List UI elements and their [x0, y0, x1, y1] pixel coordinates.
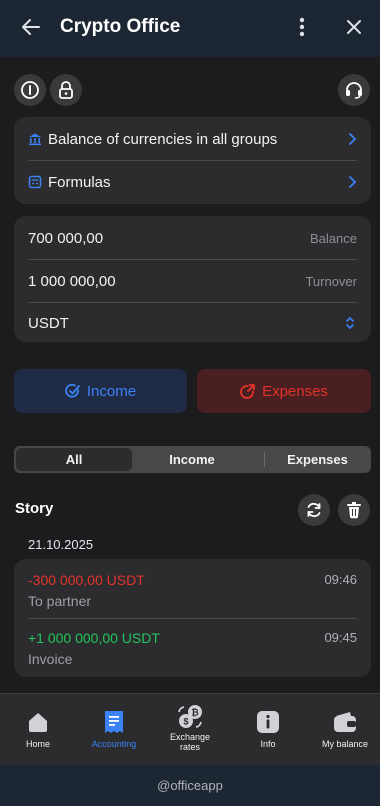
nav-label: Home — [25, 739, 50, 749]
filter-all[interactable]: All — [16, 448, 132, 471]
transaction-amount: -300 000,00 USDT — [28, 572, 145, 588]
close-icon[interactable] — [342, 14, 366, 40]
more-vertical-icon[interactable] — [292, 14, 312, 40]
turnover-caption: Turnover — [305, 273, 357, 289]
filter-expenses[interactable]: Expenses — [266, 448, 369, 471]
info-button[interactable] — [14, 74, 46, 106]
svg-text:$: $ — [183, 717, 188, 727]
delete-button[interactable] — [338, 494, 370, 526]
income-button[interactable]: Income — [14, 369, 187, 413]
info-icon — [257, 711, 279, 733]
page-title: Crypto Office — [60, 16, 181, 37]
refresh-icon — [307, 502, 321, 518]
transaction-note: To partner — [28, 593, 92, 609]
transactions-card: -300 000,00 USDT 09:46 To partner +1 000… — [14, 559, 371, 677]
chevron-right-icon — [349, 133, 357, 145]
calculator-icon — [28, 175, 42, 189]
segment-divider — [264, 452, 265, 467]
formulas-link[interactable]: Formulas — [28, 171, 357, 193]
nav-accounting[interactable]: Accounting — [76, 694, 152, 766]
divider — [28, 160, 357, 161]
info-circle-icon — [21, 81, 39, 99]
nav-label: Info — [260, 739, 276, 749]
income-check-icon — [65, 383, 80, 398]
nav-label: My balance — [321, 739, 369, 749]
back-arrow-icon[interactable] — [18, 14, 44, 40]
nav-exchange-rates[interactable]: ₿ $ Exchange rates — [152, 694, 228, 766]
chevron-right-icon — [349, 176, 357, 188]
lock-icon — [59, 81, 73, 99]
footer: @officeapp — [0, 765, 380, 806]
filter-income[interactable]: Income — [132, 448, 252, 471]
app-handle: @officeapp — [157, 778, 223, 793]
expenses-label: Expenses — [262, 382, 328, 400]
balance-row: 700 000,00 Balance — [28, 228, 357, 248]
receipt-icon — [105, 711, 123, 733]
transaction-note: Invoice — [28, 651, 73, 667]
bottom-nav: Home Accounting ₿ $ Exchange rates Info … — [0, 693, 380, 765]
divider — [28, 259, 357, 260]
headset-icon — [346, 82, 362, 99]
external-arrow-icon — [240, 384, 255, 399]
expenses-button[interactable]: Expenses — [197, 369, 371, 413]
transaction-amount: +1 000 000,00 USDT — [28, 630, 160, 646]
balance-all-groups-link[interactable]: Balance of currencies in all groups — [28, 128, 357, 150]
turnover-row: 1 000 000,00 Turnover — [28, 271, 357, 291]
transaction-item[interactable]: -300 000,00 USDT 09:46 To partner — [14, 559, 371, 617]
transaction-item[interactable]: +1 000 000,00 USDT 09:45 Invoice — [14, 619, 371, 677]
app-header: Crypto Office — [0, 0, 380, 57]
lock-button[interactable] — [50, 74, 82, 106]
turnover-value: 1 000 000,00 — [28, 272, 116, 290]
link-label: Balance of currencies in all groups — [48, 130, 278, 148]
nav-info[interactable]: Info — [230, 694, 306, 766]
bank-icon — [29, 133, 41, 146]
nav-label: Exchange rates — [169, 732, 211, 752]
nav-label: Accounting — [91, 739, 137, 749]
wallet-icon — [334, 712, 356, 732]
transaction-time: 09:45 — [324, 630, 357, 645]
currency-select[interactable]: USDT — [28, 313, 357, 333]
income-label: Income — [86, 382, 137, 400]
balance-value: 700 000,00 — [28, 229, 104, 247]
home-icon — [29, 713, 47, 732]
svg-text:₿: ₿ — [191, 708, 198, 718]
divider — [28, 302, 357, 303]
links-card: Balance of currencies in all groups Form… — [14, 117, 371, 204]
transaction-time: 09:46 — [324, 572, 357, 587]
story-title: Story — [15, 500, 54, 517]
link-label: Formulas — [48, 173, 111, 191]
story-date: 21.10.2025 — [28, 537, 94, 552]
refresh-button[interactable] — [298, 494, 330, 526]
summary-card: 700 000,00 Balance 1 000 000,00 Turnover… — [14, 216, 371, 342]
chevron-up-down-icon — [346, 316, 354, 330]
currency-value: USDT — [28, 314, 69, 332]
support-button[interactable] — [338, 74, 370, 106]
nav-home[interactable]: Home — [0, 694, 76, 766]
exchange-icon: ₿ $ — [178, 705, 202, 728]
balance-caption: Balance — [310, 230, 357, 246]
trash-icon — [347, 502, 361, 519]
nav-my-balance[interactable]: My balance — [306, 694, 380, 766]
type-filter: All Income Expenses — [14, 446, 371, 473]
